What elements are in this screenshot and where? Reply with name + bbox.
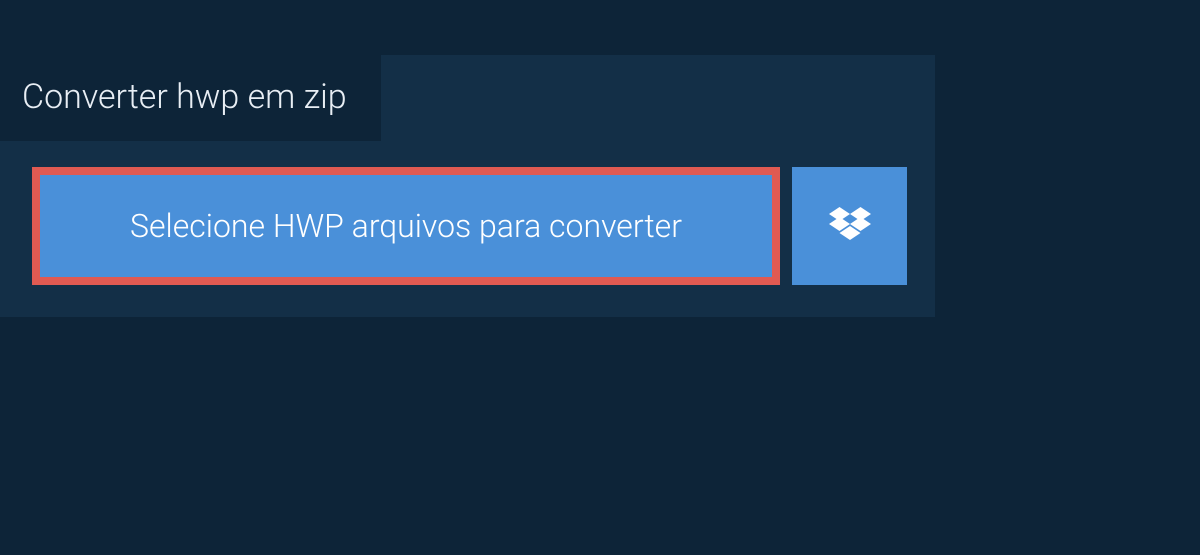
select-files-label: Selecione HWP arquivos para converter <box>130 207 682 245</box>
dropbox-icon <box>829 207 871 245</box>
button-row: Selecione HWP arquivos para converter <box>0 141 935 317</box>
converter-panel: Converter hwp em zip Selecione HWP arqui… <box>0 55 935 317</box>
tab-title: Converter hwp em zip <box>22 77 347 117</box>
dropbox-button[interactable] <box>792 167 907 285</box>
select-files-button[interactable]: Selecione HWP arquivos para converter <box>32 167 780 285</box>
converter-tab[interactable]: Converter hwp em zip <box>0 55 381 141</box>
